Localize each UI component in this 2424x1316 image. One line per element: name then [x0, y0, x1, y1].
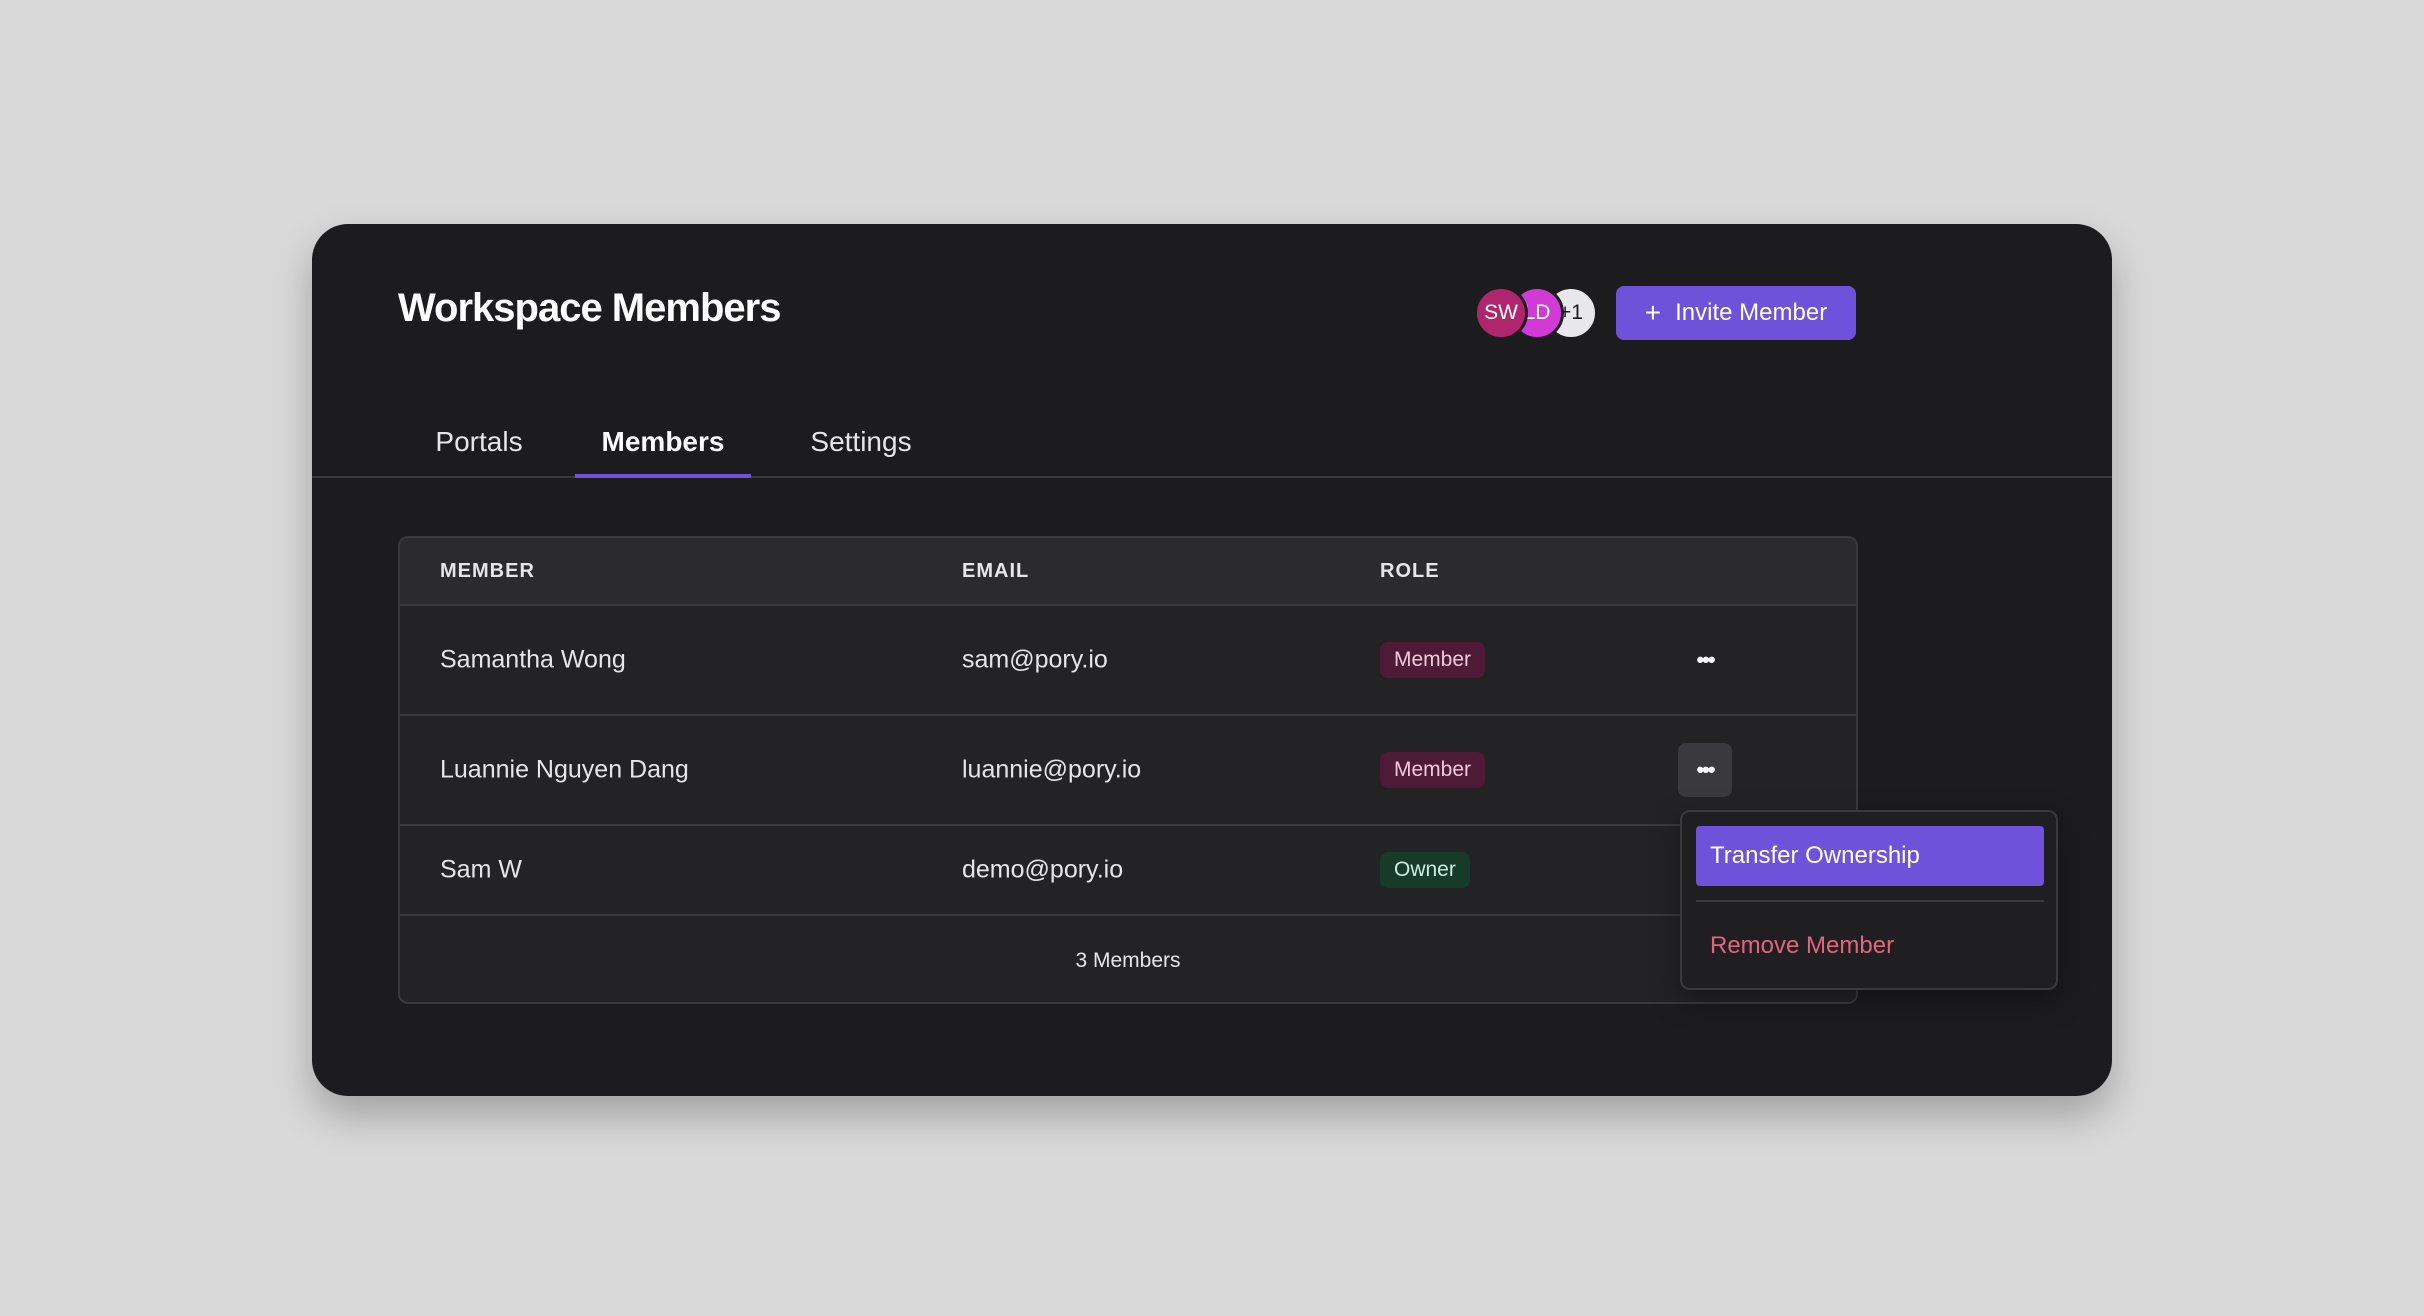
invite-member-button[interactable]: + Invite Member — [1616, 286, 1856, 340]
tab-bar: Portals Members Settings — [312, 410, 2112, 478]
role-badge: Owner — [1380, 852, 1470, 888]
role-badge: Member — [1380, 752, 1486, 788]
column-header-email: EMAIL — [962, 560, 1030, 582]
invite-member-label: Invite Member — [1675, 299, 1828, 326]
table-row: Samantha Wong sam@pory.io Member ••• — [400, 606, 1856, 716]
column-header-member: MEMBER — [440, 560, 535, 582]
row-options-menu: Transfer Ownership Remove Member — [1680, 810, 2058, 990]
tab-members[interactable]: Members — [575, 426, 751, 478]
member-email: sam@pory.io — [962, 645, 1108, 674]
avatar[interactable]: SW — [1474, 286, 1528, 340]
avatar-group[interactable]: SW LD +1 — [1474, 286, 1604, 340]
page-title: Workspace Members — [398, 286, 781, 330]
tab-settings[interactable]: Settings — [801, 426, 921, 478]
table-row: Sam W demo@pory.io Owner — [400, 826, 1856, 916]
role-badge: Member — [1380, 642, 1486, 678]
member-email: demo@pory.io — [962, 855, 1124, 884]
table-row: Luannie Nguyen Dang luannie@pory.io Memb… — [400, 716, 1856, 826]
remove-member-menu-item[interactable]: Remove Member — [1696, 916, 2044, 976]
member-name: Sam W — [440, 855, 522, 884]
plus-icon: + — [1644, 297, 1662, 328]
menu-divider — [1696, 900, 2044, 902]
more-options-button[interactable]: ••• — [1678, 743, 1732, 797]
members-table: MEMBER EMAIL ROLE Samantha Wong sam@pory… — [398, 536, 1858, 1004]
table-header: MEMBER EMAIL ROLE — [400, 538, 1856, 606]
tab-portals[interactable]: Portals — [424, 426, 534, 478]
column-header-role: ROLE — [1380, 560, 1440, 582]
more-options-button[interactable]: ••• — [1678, 633, 1732, 687]
member-email: luannie@pory.io — [962, 755, 1142, 784]
transfer-ownership-menu-item[interactable]: Transfer Ownership — [1696, 826, 2044, 886]
member-name: Samantha Wong — [440, 645, 626, 674]
member-name: Luannie Nguyen Dang — [440, 755, 689, 784]
member-count: 3 Members — [1075, 949, 1181, 972]
